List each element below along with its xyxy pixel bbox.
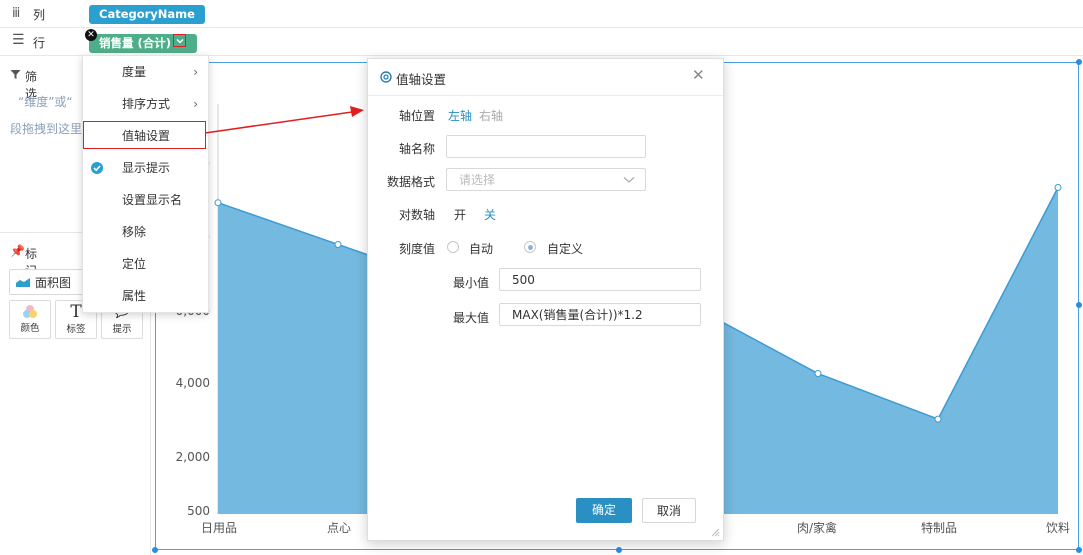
tick-custom-label: 自定义 <box>547 242 584 256</box>
max-value-input[interactable]: MAX(销售量(合计))*1.2 <box>499 303 701 326</box>
resize-grip-icon <box>711 528 720 537</box>
data-format-placeholder: 请选择 <box>459 173 496 187</box>
min-value-input[interactable]: 500 <box>499 268 701 291</box>
axis-left-option[interactable]: 左轴 <box>448 107 472 124</box>
chevron-down-icon <box>623 177 635 183</box>
log-axis-on[interactable]: 开 <box>454 206 466 223</box>
data-format-select[interactable]: 请选择 <box>446 168 646 191</box>
settings-gear-icon <box>380 71 392 83</box>
dialog-header: 值轴设置 ✕ <box>368 59 723 96</box>
log-axis-label: 对数轴 <box>398 208 435 222</box>
cancel-button[interactable]: 取消 <box>642 498 696 523</box>
ok-button[interactable]: 确定 <box>576 498 632 523</box>
axis-settings-dialog: 值轴设置 ✕ 轴位置 左轴 右轴 轴名称 数据格式 请选择 对数轴 开 关 刻度… <box>367 58 724 541</box>
tick-auto-label: 自动 <box>469 242 494 256</box>
min-value-label: 最小值 <box>452 276 489 290</box>
axis-name-input[interactable] <box>446 135 646 158</box>
close-icon[interactable]: ✕ <box>692 66 705 84</box>
tick-value-label: 刻度值 <box>398 242 435 256</box>
dialog-title: 值轴设置 <box>396 72 447 87</box>
log-axis-off[interactable]: 关 <box>484 206 496 223</box>
tick-auto-radio[interactable] <box>447 241 459 253</box>
max-value-label: 最大值 <box>452 311 489 325</box>
axis-name-label: 轴名称 <box>398 142 435 156</box>
axis-right-option[interactable]: 右轴 <box>479 107 503 124</box>
data-format-label: 数据格式 <box>386 175 435 189</box>
axis-position-label: 轴位置 <box>398 109 435 123</box>
tick-custom-radio[interactable] <box>524 241 536 253</box>
